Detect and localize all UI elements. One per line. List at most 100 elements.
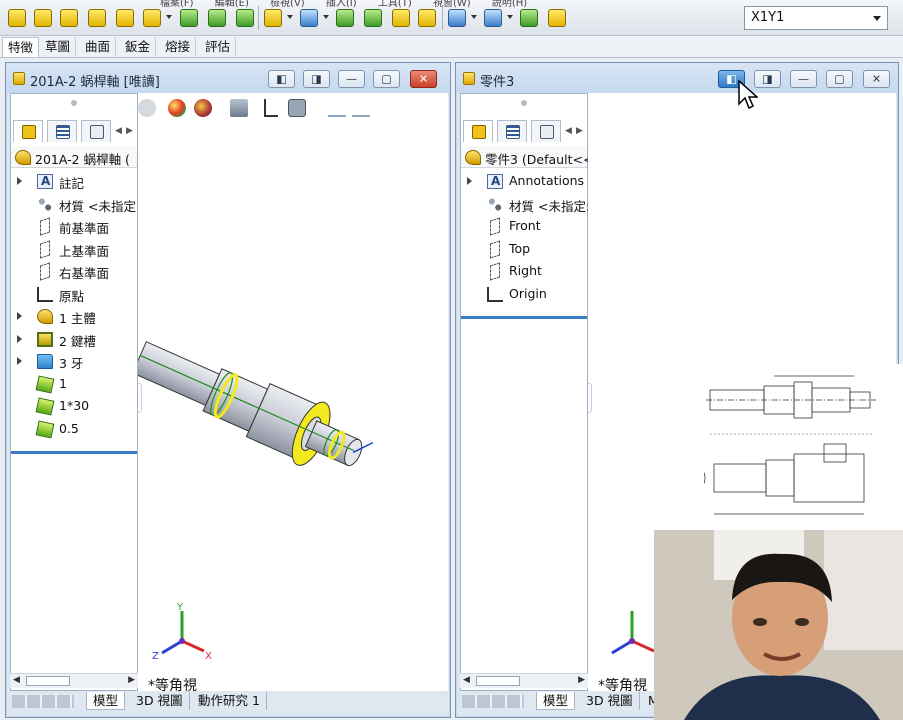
tree-root[interactable]: 零件3 (Default<<: [461, 146, 593, 168]
tab-surfaces[interactable]: 曲面: [80, 37, 117, 57]
part-model-3d[interactable]: [138, 93, 448, 691]
boundary-boss-icon[interactable]: [88, 9, 106, 27]
menu-file[interactable]: 檔案(F): [160, 0, 194, 9]
tree-item[interactable]: 右基準面: [11, 260, 137, 283]
menu-tools[interactable]: 工具(T): [378, 0, 412, 9]
tab-weldments[interactable]: 熔接: [160, 37, 197, 57]
expand-arrow-icon[interactable]: [467, 177, 472, 185]
panel-splitter[interactable]: [588, 383, 592, 413]
maximize-button[interactable]: ▢: [373, 70, 400, 88]
scroll-left-icon[interactable]: ◀: [463, 675, 470, 685]
scroll-right-icon[interactable]: ▶: [128, 675, 135, 685]
expand-arrow-icon[interactable]: [17, 357, 22, 365]
fillet-dropdown-icon[interactable]: [166, 15, 172, 19]
panel-grip-icon[interactable]: [71, 100, 77, 106]
panel-horizontal-scrollbar[interactable]: ◀ ▶: [10, 673, 138, 688]
cut-loft-icon[interactable]: [236, 9, 254, 27]
tree-item[interactable]: 0.5: [11, 418, 137, 441]
rapid-sketch-icon[interactable]: [520, 9, 538, 27]
scroll-thumb[interactable]: [476, 676, 520, 686]
panel-horizontal-scrollbar[interactable]: ◀ ▶: [460, 673, 588, 688]
tree-item[interactable]: Front: [461, 215, 587, 238]
menu-edit[interactable]: 編輯(E): [215, 0, 249, 9]
tab-navigation-buttons[interactable]: [462, 695, 524, 708]
minimize-button[interactable]: —: [338, 70, 365, 88]
tab-3d-views[interactable]: 3D 視圖: [130, 692, 190, 710]
tab-features[interactable]: 特徵: [2, 37, 40, 57]
tree-item[interactable]: Annotations: [461, 170, 587, 193]
scroll-thumb[interactable]: [26, 676, 70, 686]
tab-scroll-left-icon[interactable]: ◀: [115, 126, 123, 136]
cut-sweep-icon[interactable]: [208, 9, 226, 27]
tab-motion-study[interactable]: 動作研究 1: [192, 692, 267, 710]
measure-icon[interactable]: [548, 9, 566, 27]
tab-sheet-metal[interactable]: 鈑金: [120, 37, 157, 57]
scroll-right-icon[interactable]: ▶: [578, 675, 585, 685]
tree-item[interactable]: Top: [461, 238, 587, 261]
graphics-area[interactable]: Y X Z *等角視: [138, 93, 448, 691]
tree-item[interactable]: 1 主體: [11, 305, 137, 328]
minimize-button[interactable]: —: [790, 70, 817, 88]
tile-right-button[interactable]: ◨: [754, 70, 781, 88]
reference-geometry-dropdown-icon[interactable]: [287, 15, 293, 19]
tree-root[interactable]: 201A-2 蜗桿軸 (: [11, 146, 137, 168]
tab-navigation-buttons[interactable]: [12, 695, 74, 708]
tree-item[interactable]: 1: [11, 373, 137, 396]
tile-left-button[interactable]: ◧: [268, 70, 295, 88]
curves-dropdown-icon[interactable]: [471, 15, 477, 19]
tree-item[interactable]: 材質 <未指定: [11, 193, 137, 216]
configuration-select[interactable]: X1Y1: [744, 6, 888, 30]
intersect-icon[interactable]: [418, 9, 436, 27]
draft-icon[interactable]: [336, 9, 354, 27]
loft-boss-icon[interactable]: [60, 9, 78, 27]
fillet-icon[interactable]: [143, 9, 161, 27]
window-titlebar[interactable]: 零件3 ◧ ◨ — ▢ ✕: [456, 63, 898, 93]
tab-configuration-manager[interactable]: [81, 120, 111, 142]
menu-insert[interactable]: 插入(I): [326, 0, 357, 9]
instant3d-icon[interactable]: [484, 9, 502, 27]
linear-pattern-icon[interactable]: [300, 9, 318, 27]
tree-item[interactable]: 1*30: [11, 395, 137, 418]
wrap-icon[interactable]: [392, 9, 410, 27]
expand-arrow-icon[interactable]: [17, 177, 22, 185]
menu-view[interactable]: 檢視(V): [270, 0, 305, 9]
tab-sketch[interactable]: 草圖: [40, 37, 77, 57]
panel-grip-icon[interactable]: [521, 100, 527, 106]
tab-scroll-right-icon[interactable]: ▶: [126, 126, 134, 136]
expand-arrow-icon[interactable]: [17, 334, 22, 343]
scroll-left-icon[interactable]: ◀: [13, 675, 20, 685]
rib-icon[interactable]: [116, 9, 134, 27]
cut-revolve-icon[interactable]: [180, 9, 198, 27]
tab-feature-manager[interactable]: [463, 120, 493, 142]
close-button[interactable]: ✕: [410, 70, 437, 88]
tree-item[interactable]: 3 牙: [11, 350, 137, 373]
sweep-boss-icon[interactable]: [34, 9, 52, 27]
close-button[interactable]: ✕: [863, 70, 890, 88]
tab-feature-manager[interactable]: [13, 120, 43, 142]
expand-arrow-icon[interactable]: [17, 312, 22, 320]
tree-item[interactable]: 原點: [11, 283, 137, 306]
tree-item[interactable]: 材質 <未指定:: [461, 193, 590, 216]
tab-property-manager[interactable]: [497, 120, 527, 142]
tree-item[interactable]: 註記: [11, 170, 137, 193]
shell-icon[interactable]: [364, 9, 382, 27]
tile-right-button[interactable]: ◨: [303, 70, 330, 88]
tab-property-manager[interactable]: [47, 120, 77, 142]
tree-item[interactable]: Right: [461, 260, 587, 283]
curves-icon[interactable]: [448, 9, 466, 27]
menu-window[interactable]: 視窗(W): [433, 0, 471, 9]
maximize-button[interactable]: ▢: [826, 70, 853, 88]
tree-item[interactable]: 前基準面: [11, 215, 137, 238]
menu-bar[interactable]: 檔案(F) 編輯(E) 檢視(V) 插入(I) 工具(T) 視窗(W) 說明(H…: [160, 0, 545, 9]
window-titlebar[interactable]: 201A-2 蜗桿軸 [唯讀] ◧ ◨ — ▢ ✕: [6, 63, 450, 93]
tab-scroll-right-icon[interactable]: ▶: [576, 126, 584, 136]
tab-model[interactable]: 模型: [86, 692, 126, 710]
tab-configuration-manager[interactable]: [531, 120, 561, 142]
menu-help[interactable]: 說明(H): [492, 0, 527, 9]
tab-3d-views[interactable]: 3D 視圖: [580, 692, 640, 710]
instant3d-dropdown-icon[interactable]: [507, 15, 513, 19]
reference-geometry-icon[interactable]: [264, 9, 282, 27]
pattern-dropdown-icon[interactable]: [323, 15, 329, 19]
tree-item[interactable]: Origin: [461, 283, 587, 306]
tab-scroll-left-icon[interactable]: ◀: [565, 126, 573, 136]
